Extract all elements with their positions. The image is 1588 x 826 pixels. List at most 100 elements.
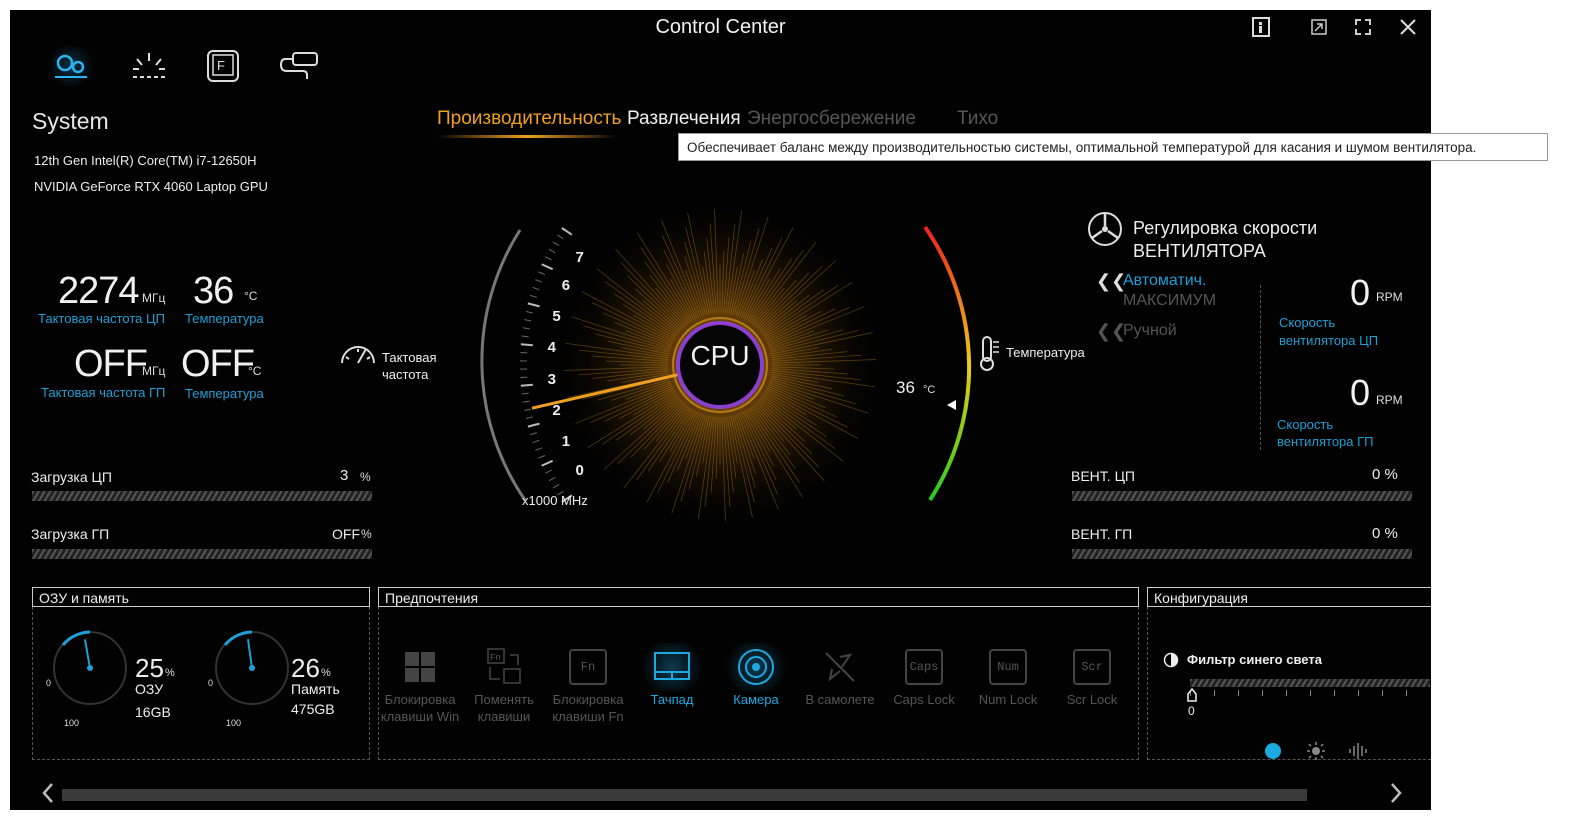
- fan-icon: [1086, 210, 1124, 253]
- half-circle-icon: [1163, 652, 1179, 673]
- fan-gpu-label: Скорость вентилятора ГП: [1277, 417, 1374, 449]
- mode-quiet[interactable]: Тихо: [957, 108, 998, 130]
- fan-cpu-label: Скорость вентилятора ЦП: [1279, 315, 1379, 348]
- cpu-name: 12th Gen Intel(R) Core(TM) i7-12650H: [34, 153, 257, 168]
- fan-cpu-rpm: 0: [1350, 272, 1371, 313]
- system-gear-icon[interactable]: [46, 46, 96, 86]
- disk-percent-unit: %: [321, 667, 331, 679]
- clock-scale-label-0: 0: [575, 461, 584, 479]
- info-icon[interactable]: [1244, 14, 1278, 40]
- airplane-label: В самолете: [805, 692, 875, 707]
- gpu-clock-label: Тактовая частота ГП: [41, 385, 166, 400]
- win-lock-toggle[interactable]: Блокировка клавиши Win: [380, 643, 460, 725]
- airplane-toggle[interactable]: В самолете: [800, 643, 880, 708]
- disk-max-label: 100: [226, 718, 242, 728]
- svg-text:F: F: [217, 58, 225, 73]
- caps-lock-label: Caps Lock: [893, 692, 955, 707]
- mode-tooltip: Обеспечивает баланс между производительн…: [678, 133, 1548, 161]
- ram-min-label: 0: [46, 678, 52, 688]
- clock-scale-arc: [480, 229, 527, 501]
- cpu-center-label: CPU: [690, 340, 750, 371]
- cpu-load-label: Загрузка ЦП: [31, 469, 112, 485]
- blue-filter-slider[interactable]: [1190, 679, 1430, 687]
- fn-key-icon[interactable]: F: [198, 46, 248, 86]
- brightness-icon[interactable]: [1306, 741, 1326, 766]
- gpu-load-value: OFF: [332, 526, 360, 542]
- fullscreen-icon[interactable]: [1346, 14, 1380, 40]
- swap-keys-toggle[interactable]: Fn Поменять клавиши: [464, 643, 544, 725]
- config-panel-title: Конфигурация: [1147, 587, 1431, 607]
- preferences-panel-title: Предпочтения: [378, 587, 1139, 607]
- ram-max-label: 100: [64, 718, 80, 728]
- touchpad-label: Тачпад: [650, 692, 694, 707]
- config-panel: Фильтр синего света 0: [1147, 607, 1431, 760]
- mode-power-saving[interactable]: Энергосбережение: [747, 108, 916, 130]
- caps-lock-toggle[interactable]: Caps Caps Lock: [884, 643, 964, 708]
- preferences-panel: Блокировка клавиши Win Fn Поменять клави…: [378, 607, 1139, 760]
- num-lock-toggle[interactable]: Num Num Lock: [968, 643, 1048, 708]
- gpu-load-unit: %: [361, 527, 372, 541]
- cpu-clock-value: 2274: [58, 270, 140, 312]
- camera-label: Камера: [733, 692, 779, 707]
- gpu-name: NVIDIA GeForce RTX 4060 Laptop GPU: [34, 179, 268, 194]
- fan-cpu-load-value: 0 %: [1372, 466, 1398, 483]
- scroll-left-icon[interactable]: [40, 782, 56, 810]
- window-title: Control Center: [655, 16, 786, 38]
- blue-filter-label: Фильтр синего света: [1187, 652, 1322, 667]
- disk-size: 475GB: [291, 701, 335, 717]
- swap-keys-icon: Fn: [464, 643, 544, 691]
- audio-icon[interactable]: [1348, 742, 1370, 765]
- scroll-lock-label: Scr Lock: [1066, 692, 1118, 707]
- fan-max-option[interactable]: МАКСИМУМ: [1123, 292, 1216, 310]
- gpu-clock-value: OFF: [74, 343, 148, 385]
- fan-gpu-rpm-unit: RPM: [1376, 393, 1403, 407]
- num-lock-label: Num Lock: [978, 692, 1038, 707]
- connection-icon[interactable]: [274, 46, 324, 86]
- clock-scale-label-3: 3: [547, 370, 556, 388]
- touchpad-icon: [632, 643, 712, 691]
- fan-auto-option[interactable]: Автоматич.: [1123, 272, 1206, 290]
- gpu-temp-value: OFF: [181, 343, 255, 385]
- scroll-lock-toggle[interactable]: Scr Scr Lock: [1052, 643, 1132, 708]
- fan-title-line2: ВЕНТИЛЯТОРА: [1133, 241, 1266, 261]
- svg-text:Fn: Fn: [490, 653, 501, 663]
- cpu-clock-unit: МГц: [142, 291, 166, 305]
- lighting-icon[interactable]: [124, 46, 174, 86]
- fan-cpu-rpm-unit: RPM: [1376, 290, 1403, 304]
- cpu-clock-label: Тактовая частота ЦП: [38, 311, 165, 326]
- chevron-left-icon: ❮❮: [1096, 271, 1127, 291]
- thermometer-icon: [977, 334, 1001, 377]
- fan-gpu-bar: [1072, 549, 1412, 559]
- ram-percent-unit: %: [165, 667, 175, 679]
- fn-lock-label: Блокировка клавиши Fn: [552, 692, 624, 724]
- ram-size: 16GB: [135, 704, 171, 720]
- cpu-temp-label: Температура: [185, 311, 264, 326]
- fn-lock-toggle[interactable]: Fn Блокировка клавиши Fn: [548, 643, 628, 725]
- mode-entertainment[interactable]: Развлечения: [627, 108, 741, 130]
- blue-filter-value: 0: [1188, 704, 1195, 718]
- restore-icon[interactable]: [1302, 14, 1336, 40]
- temp-pointer: [947, 400, 956, 410]
- camera-icon: [716, 643, 796, 691]
- camera-toggle[interactable]: Камера: [716, 643, 796, 708]
- disk-label: Память: [291, 681, 340, 697]
- gpu-load-label: Загрузка ГП: [31, 526, 110, 542]
- windows-lock-icon: [380, 643, 460, 691]
- clock-scale-label-1: 1: [561, 432, 571, 450]
- num-lock-icon: Num: [968, 643, 1048, 691]
- disk-min-label: 0: [208, 678, 214, 688]
- temp-gauge-value: 36: [896, 378, 915, 397]
- horizontal-scrollbar[interactable]: [62, 789, 1307, 801]
- ram-percent: 25: [135, 653, 164, 683]
- close-icon[interactable]: [1391, 14, 1425, 40]
- blue-light-icon[interactable]: [1264, 742, 1282, 765]
- cpu-temp-value: 36: [193, 270, 234, 312]
- win-lock-label: Блокировка клавиши Win: [380, 692, 460, 724]
- touchpad-toggle[interactable]: Тачпад: [632, 643, 712, 708]
- scroll-right-icon[interactable]: [1388, 782, 1404, 809]
- fan-manual-option[interactable]: Ручной: [1123, 322, 1177, 340]
- clock-scale-label-7: 7: [575, 248, 584, 266]
- mode-performance[interactable]: Производительность: [437, 108, 621, 130]
- clock-gauge-label: Тактовая частота: [382, 350, 437, 382]
- temp-gauge-unit: °C: [923, 384, 936, 396]
